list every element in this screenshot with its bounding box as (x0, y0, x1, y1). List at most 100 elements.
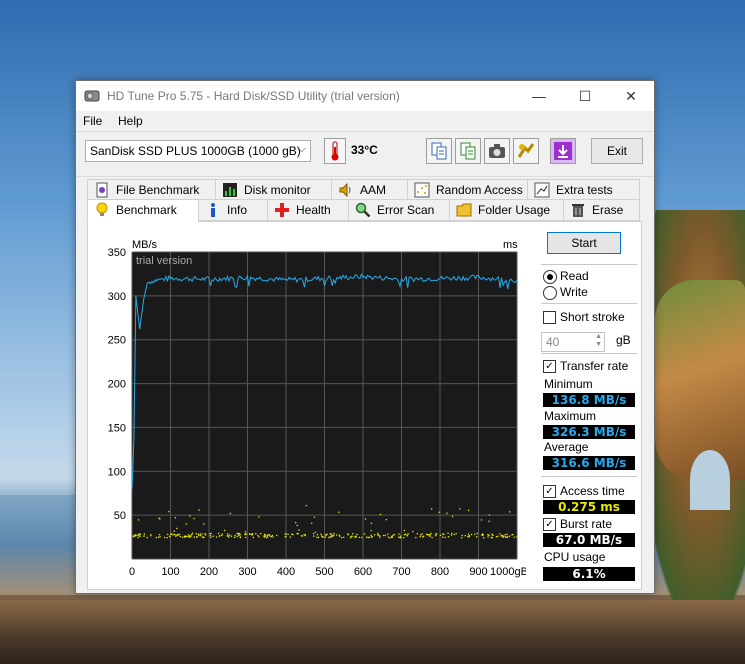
short-stroke-checkbox[interactable] (543, 311, 556, 324)
access-time-point (421, 533, 423, 535)
access-time-point (158, 534, 161, 536)
access-time-point (313, 535, 315, 537)
file-benchmark-icon (96, 182, 108, 198)
short-stroke-spinner[interactable]: 40 ▲ ▼ (541, 332, 605, 352)
chart-watermark: trial version (136, 255, 192, 267)
spin-up-icon[interactable]: ▲ (595, 333, 602, 340)
access-time-point (249, 533, 251, 535)
access-time-point (406, 535, 408, 537)
access-time-point (210, 536, 212, 538)
access-time-point (393, 533, 395, 536)
access-time-point (239, 534, 241, 536)
access-time-point (379, 535, 381, 537)
access-time-checkbox[interactable]: ✓ (543, 485, 556, 498)
minimize-button[interactable]: — (516, 81, 562, 111)
copy-info-button[interactable] (455, 138, 481, 164)
menu-help[interactable]: Help (118, 114, 143, 128)
tab-health[interactable]: Health (267, 199, 349, 221)
tab-error-scan[interactable]: Error Scan (348, 199, 450, 221)
y-tick-label: 300 (108, 291, 126, 303)
access-time-point (244, 531, 247, 533)
access-time-point (176, 534, 178, 537)
access-time-point (316, 536, 318, 538)
tab-aam[interactable]: AAM (331, 179, 408, 201)
burst-rate-checkbox[interactable]: ✓ (543, 518, 556, 531)
save-button[interactable] (550, 138, 576, 164)
access-time-point (210, 532, 212, 535)
save-download-icon (554, 142, 572, 160)
access-time-point (239, 536, 242, 538)
access-time-point (300, 535, 303, 537)
maximize-button[interactable]: ☐ (562, 81, 608, 111)
write-radio[interactable] (543, 286, 557, 300)
tab-erase[interactable]: Erase (563, 199, 640, 221)
read-radio[interactable] (543, 270, 557, 284)
access-time-point (474, 533, 476, 535)
access-time-point (435, 533, 438, 535)
access-time-label: Access time (560, 484, 625, 498)
x-tick-label: 600 (354, 566, 372, 578)
access-time-point (442, 533, 444, 535)
options-button[interactable] (513, 138, 539, 164)
access-time-point (239, 533, 241, 535)
menu-file[interactable]: File (83, 114, 102, 128)
tab-extra-tests[interactable]: Extra tests (527, 179, 640, 201)
access-time-point (189, 534, 191, 537)
access-time-point (488, 520, 490, 522)
tab-label: Health (296, 203, 331, 217)
tab-disk-monitor[interactable]: Disk monitor (215, 179, 332, 201)
access-time-point (407, 533, 409, 535)
access-time-point (269, 535, 271, 537)
tab-folder-usage[interactable]: Folder Usage (449, 199, 564, 221)
start-button[interactable]: Start (547, 232, 621, 254)
access-time-point (447, 532, 449, 534)
short-stroke-unit: gB (616, 333, 631, 347)
access-time-point (179, 535, 181, 538)
tab-label: File Benchmark (116, 183, 200, 197)
transfer-rate-checkbox[interactable]: ✓ (543, 360, 556, 373)
tab-random-access[interactable]: Random Access (407, 179, 528, 201)
hard-disk-icon (84, 90, 100, 102)
copy-text-button[interactable] (426, 138, 452, 164)
access-time-point (292, 533, 294, 536)
read-label: Read (560, 269, 589, 283)
exit-button[interactable]: Exit (591, 138, 643, 164)
screenshot-button[interactable] (484, 138, 510, 164)
access-time-point (461, 537, 463, 539)
tab-info[interactable]: Info (198, 199, 268, 221)
access-time-point (203, 523, 205, 525)
access-time-point (272, 536, 274, 538)
access-time-point (455, 532, 457, 535)
access-time-point (356, 533, 358, 535)
x-tick-label: 900 (469, 566, 487, 578)
y-tick-label: 350 (108, 247, 126, 259)
access-time-point (230, 535, 233, 537)
access-time-point (426, 533, 428, 535)
spin-down-icon[interactable]: ▼ (595, 341, 602, 348)
access-time-point (403, 537, 405, 539)
access-time-point (316, 533, 319, 536)
access-time-point (470, 533, 473, 536)
extra-tests-icon (534, 182, 550, 198)
benchmark-chart: trial version MB/s ms 350 300 250 200 150 100… (88, 222, 526, 589)
access-time-point (245, 536, 247, 539)
access-time-point (236, 535, 238, 538)
title-bar[interactable]: HD Tune Pro 5.75 - Hard Disk/SSD Utility… (76, 81, 654, 111)
tab-benchmark[interactable]: Benchmark (87, 199, 199, 222)
options-icon (517, 143, 535, 158)
y-tick-label: 200 (108, 379, 126, 391)
minimum-label: Minimum (544, 377, 593, 391)
drive-select[interactable]: SanDisk SSD PLUS 1000GB (1000 gB) ⌵ (85, 140, 311, 162)
access-time-point (251, 534, 254, 536)
magnifier-icon (355, 202, 371, 218)
access-time-point (191, 534, 193, 536)
access-time-point (295, 522, 297, 524)
tab-file-benchmark[interactable]: File Benchmark (87, 179, 216, 201)
access-time-point (329, 535, 331, 538)
benchmark-panel: trial version MB/s ms 350 300 250 200 150 100… (87, 221, 642, 590)
access-time-point (258, 536, 260, 538)
access-time-point (137, 519, 140, 521)
access-time-point (429, 535, 431, 538)
close-button[interactable]: ✕ (608, 81, 654, 111)
cpu-usage-value: 6.1% (543, 567, 635, 581)
